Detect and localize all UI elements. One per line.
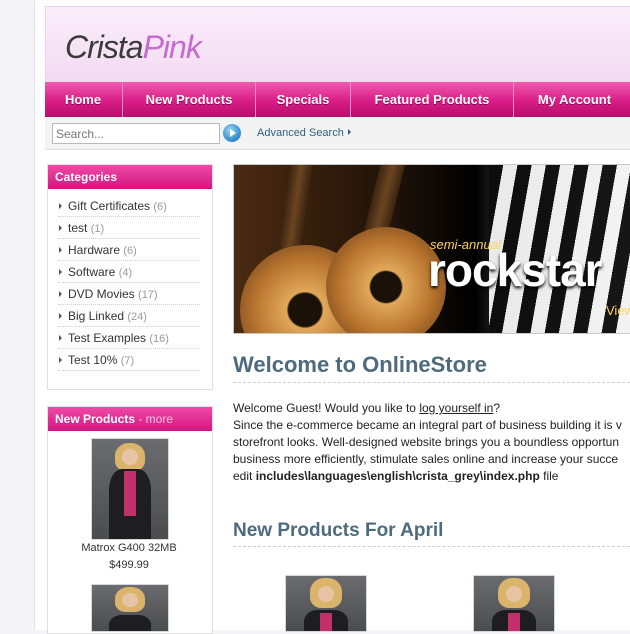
advanced-search-label: Advanced Search [257,127,344,139]
search-bar: Advanced Search [45,117,630,150]
product-image[interactable] [473,575,555,632]
nav-new-products[interactable]: New Products [123,82,255,117]
promo-banner[interactable]: semi-annual rockstar View [233,164,630,334]
divider [233,382,630,383]
category-item[interactable]: Software (4) [58,261,200,283]
page: CristaPink Home New Products Specials Fe… [34,0,630,634]
nav-my-account[interactable]: My Account [514,82,630,117]
banner-view-link[interactable]: View [606,303,630,318]
advanced-search-link[interactable]: Advanced Search [257,127,351,139]
category-item[interactable]: DVD Movies (17) [58,283,200,305]
main-nav: Home New Products Specials Featured Prod… [45,82,630,117]
nav-featured-products[interactable]: Featured Products [351,82,513,117]
product-price: $499.99 [109,559,149,571]
welcome-text: Welcome Guest! Would you like to log you… [233,401,622,483]
product-name[interactable]: Matrox G400 32MB [47,542,211,554]
category-item[interactable]: Test 10% (7) [58,349,200,371]
logo[interactable]: CristaPink [65,29,202,66]
new-products-title: New Products - more [48,407,212,431]
welcome-title: Welcome to OnlineStore [233,352,487,377]
category-item[interactable]: Gift Certificates (6) [58,195,200,217]
product-image[interactable] [285,575,367,632]
categories-list: Gift Certificates (6) test (1) Hardware … [48,189,212,371]
nav-specials[interactable]: Specials [256,82,350,117]
search-input[interactable] [52,123,220,144]
search-go-icon[interactable] [223,124,241,142]
product-image[interactable] [91,584,169,632]
file-path: includes\languages\english\crista_grey\i… [255,469,540,483]
categories-box: Categories Gift Certificates (6) test (1… [47,164,213,390]
category-item[interactable]: Big Linked (24) [58,305,200,327]
banner-big-text: rockstar [428,244,603,296]
nav-home[interactable]: Home [45,82,121,117]
product-image[interactable] [91,438,169,540]
logo-part2: Pink [142,29,202,65]
divider [233,546,630,547]
login-link[interactable]: log yourself in [419,401,493,415]
category-item[interactable]: Test Examples (16) [58,327,200,349]
logo-part1: Crista [65,29,144,65]
arrow-right-icon [347,129,351,135]
header: CristaPink [45,6,630,84]
new-products-heading: New Products For April [233,520,444,541]
category-item[interactable]: Hardware (6) [58,239,200,261]
categories-title: Categories [48,165,212,189]
more-link[interactable]: - more [135,412,173,426]
category-item[interactable]: test (1) [58,217,200,239]
